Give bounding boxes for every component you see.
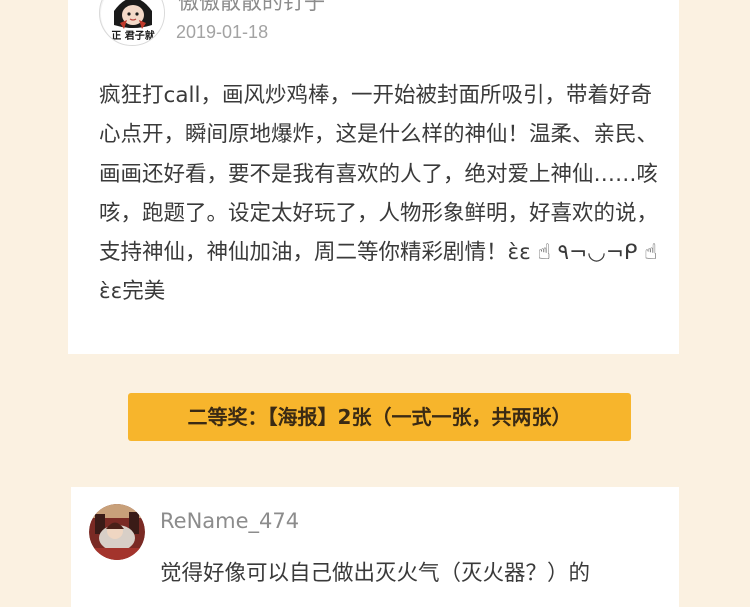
username[interactable]: 傲傲散散的钉子: [178, 0, 325, 16]
comment-text: 疯狂打call，画风炒鸡棒，一开始被封面所吸引，带着好奇心点开，瞬间原地爆炸，这…: [99, 83, 659, 305]
avatar-badge-text: 正 君子就: [111, 29, 154, 42]
comment-card: 正 君子就 傲傲散散的钉子 2019-01-18 疯狂打call，画风炒鸡棒，一…: [68, 0, 679, 354]
username[interactable]: ReName_474: [160, 509, 299, 533]
comment-text: 觉得好像可以自己做出灭火气（灭火器？）的: [160, 561, 591, 586]
avatar-illustration: 正 君子就: [101, 0, 164, 45]
post-date: 2019-01-18: [176, 22, 269, 42]
avatar[interactable]: 正 君子就: [99, 0, 165, 46]
avatar[interactable]: [89, 504, 145, 560]
prize-banner: 二等奖：【海报】2张（一式一张，共两张）: [128, 393, 631, 441]
comment-card: ReName_474 觉得好像可以自己做出灭火气（灭火器？）的: [71, 487, 679, 607]
avatar-illustration: [89, 504, 145, 560]
